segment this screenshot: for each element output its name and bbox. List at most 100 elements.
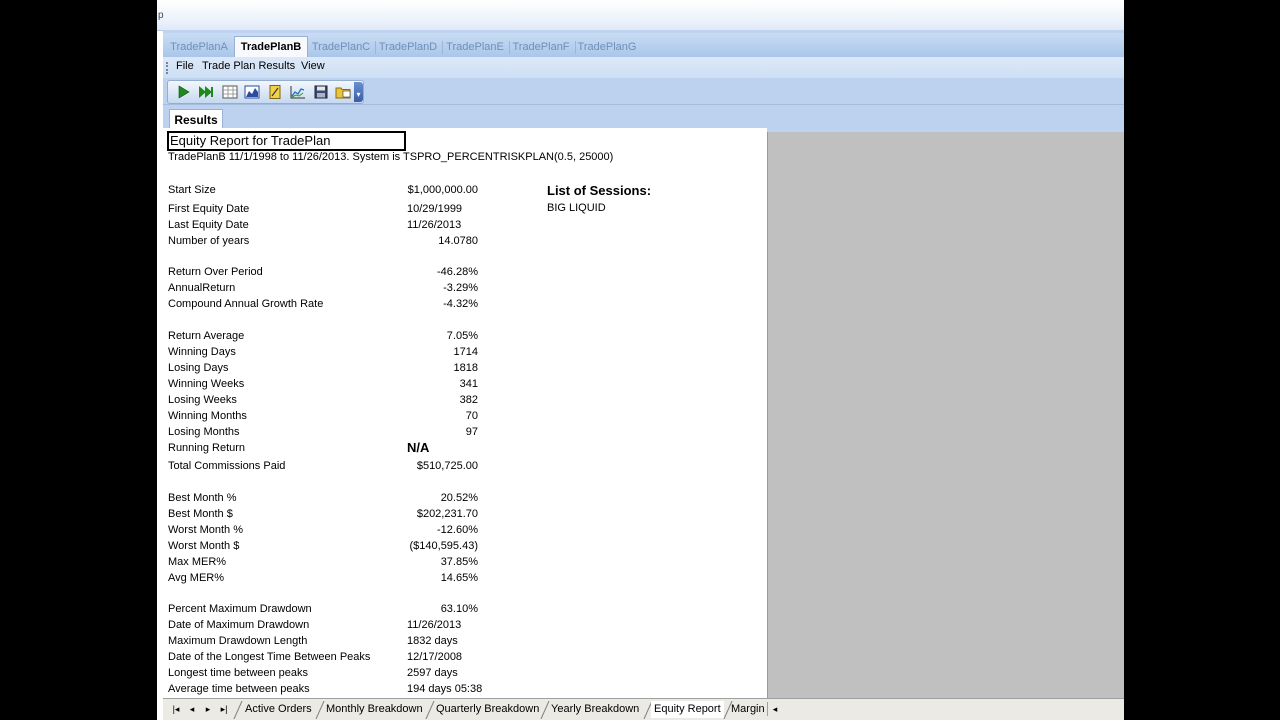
line-chart-icon[interactable] [290,85,306,99]
row-value: -12.60% [437,524,478,536]
row-value: 7.05% [446,330,478,342]
play-icon[interactable] [176,85,192,99]
tab-tradeplan-c[interactable]: TradePlanC [309,38,373,57]
main-frame: TradePlanA TradePlanB TradePlanC TradePl… [163,30,1124,720]
tab-equity-report[interactable]: Equity Report [651,701,724,718]
menu-trade-plan-results[interactable]: Trade Plan Results [202,60,295,72]
screen-border [1124,0,1280,720]
row-value: 10/29/1999 [407,203,463,215]
tab-results[interactable]: Results [169,109,223,130]
tab-quarterly-breakdown[interactable]: Quarterly Breakdown [436,701,539,718]
row-label: Start Size [168,184,216,196]
row-label: First Equity Date [168,203,250,215]
row-label: Percent Maximum Drawdown [168,603,312,615]
row-label: Best Month % [168,492,237,504]
empty-side-pane [767,132,1124,698]
fast-forward-icon[interactable] [198,85,214,99]
row-label: Total Commissions Paid [168,460,286,472]
menu-file[interactable]: File [176,60,194,72]
row-label: Average time between peaks [168,683,310,695]
tab-monthly-breakdown[interactable]: Monthly Breakdown [326,701,423,718]
report-title: Equity Report for TradePlan [167,131,406,151]
tab-tradeplan-e[interactable]: TradePlanE [443,38,507,57]
tab-tradeplan-f[interactable]: TradePlanF [509,38,573,57]
row-value: $202,231.70 [416,508,478,520]
save-icon[interactable] [313,85,329,99]
row-value: 1818 [453,362,478,374]
grid-icon[interactable] [222,85,238,99]
row-label: Losing Days [168,362,229,374]
row-value: 97 [465,426,478,438]
chart-icon[interactable] [244,85,260,99]
tab-divider [315,701,325,719]
tab-tradeplan-g[interactable]: TradePlanG [575,38,639,57]
row-value: 70 [465,410,478,422]
row-label: AnnualReturn [168,282,236,294]
row-value: $1,000,000.00 [407,184,478,196]
prev-tab-icon[interactable]: ◂ [185,702,199,716]
row-value: ($140,595.43) [409,540,479,552]
row-label: Worst Month $ [168,540,240,552]
menu-bar: File Trade Plan Results View [163,57,1124,78]
row-label: Return Average [168,330,245,342]
row-value: 12/17/2008 [407,651,463,663]
row-label: Losing Months [168,426,240,438]
tab-tradeplan-b[interactable]: TradePlanB [234,36,308,58]
note-icon[interactable] [267,85,283,99]
row-label: Best Month $ [168,508,233,520]
equity-report-panel: Equity Report for TradePlan TradePlanB 1… [163,128,767,698]
row-value: 20.52% [440,492,478,504]
row-value: 194 days 05:38 [407,683,483,695]
trade-plan-tab-strip: TradePlanA TradePlanB TradePlanC TradePl… [163,33,1124,58]
row-label: Winning Months [168,410,247,422]
row-label: Winning Days [168,346,236,358]
row-value: 2597 days [407,667,458,679]
menu-grip-icon[interactable] [166,62,170,74]
folder-icon[interactable] [335,85,351,99]
row-label: Worst Month % [168,524,243,536]
title-bar[interactable]: p [157,0,1124,31]
row-label: Number of years [168,235,250,247]
row-label: Date of the Longest Time Between Peaks [168,651,371,663]
tab-margin[interactable]: Margin [731,701,765,718]
row-label: Winning Weeks [168,378,245,390]
row-value: 1714 [453,346,478,358]
row-value: 11/26/2013 [407,219,462,231]
report-subtitle: TradePlanB 11/1/1998 to 11/26/2013. Syst… [168,151,614,163]
tab-divider [425,701,435,719]
row-value: $510,725.00 [416,460,478,472]
report-tab-strip: |◂ ◂ ▸ ▸| Active Orders Monthly Breakdow… [163,698,1124,720]
row-label: Longest time between peaks [168,667,309,679]
row-value: 14.0780 [438,235,478,247]
first-tab-icon[interactable]: |◂ [169,702,183,716]
toolbar-group: ▾ [167,80,364,104]
results-tab-strip: Results [163,104,1124,130]
row-value: 37.85% [440,556,478,568]
row-value: -3.29% [443,282,478,294]
row-label: Running Return [168,442,246,454]
toolbar-overflow-icon[interactable]: ▾ [354,82,363,102]
tab-tradeplan-a[interactable]: TradePlanA [167,38,231,57]
tab-divider [233,701,243,719]
toolbar: ▾ [163,78,1124,104]
row-value: -4.32% [443,298,478,310]
tab-tradeplan-d[interactable]: TradePlanD [376,38,440,57]
row-label: Max MER% [168,556,227,568]
row-label: Last Equity Date [168,219,249,231]
row-value: 11/26/2013 [407,619,462,631]
tab-yearly-breakdown[interactable]: Yearly Breakdown [551,701,639,718]
window-title: p [158,10,164,21]
tab-active-orders[interactable]: Active Orders [245,701,312,718]
last-tab-icon[interactable]: ▸| [217,702,231,716]
scroll-left-icon[interactable]: ◂ [767,702,782,716]
next-tab-icon[interactable]: ▸ [201,702,215,716]
row-value: -46.28% [437,266,478,278]
sessions-title: List of Sessions: [547,183,652,198]
row-label: Losing Weeks [168,394,237,406]
session-item: BIG LIQUID [547,202,606,214]
menu-view[interactable]: View [301,60,325,72]
row-label: Avg MER% [168,572,225,584]
row-value: 382 [459,394,478,406]
tab-divider [540,701,550,719]
row-value: N/A [407,440,430,455]
